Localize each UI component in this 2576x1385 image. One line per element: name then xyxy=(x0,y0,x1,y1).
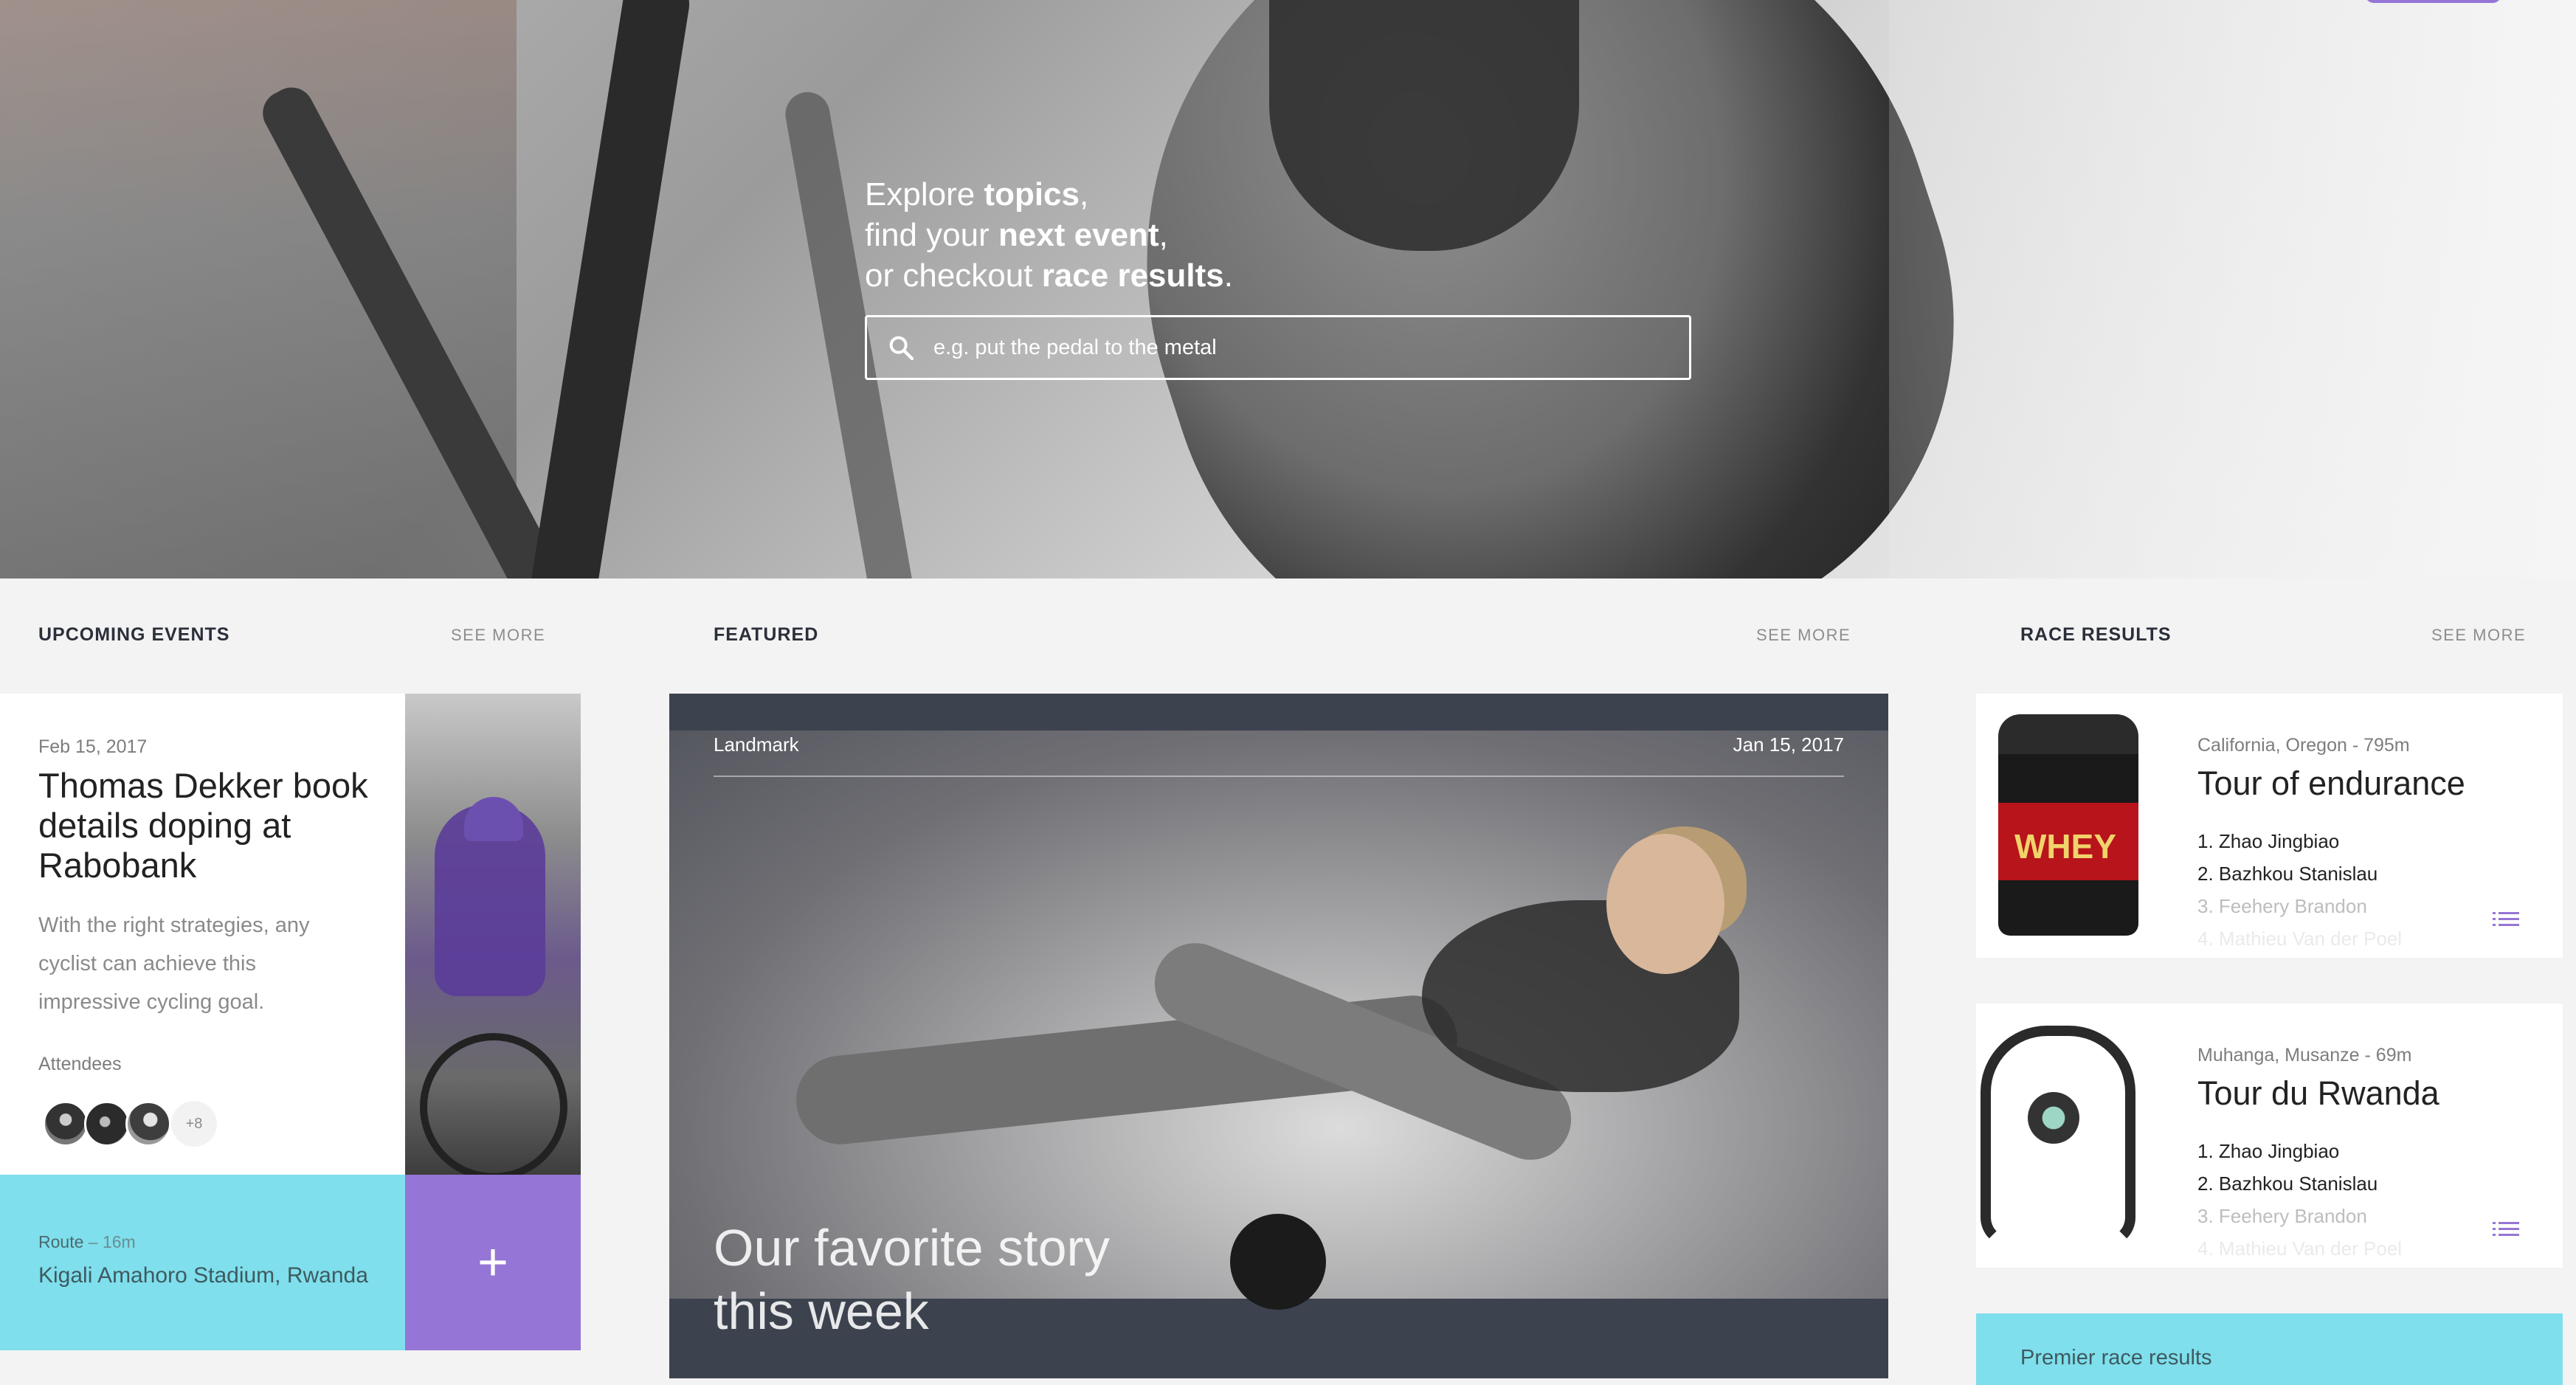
race-title[interactable]: Tour of endurance xyxy=(2197,764,2465,803)
premier-label: Premier race results xyxy=(2020,1346,2212,1370)
route-place: Kigali Amahoro Stadium, Rwanda xyxy=(38,1263,368,1288)
ranking-item: 1. Zhao Jingbiao xyxy=(2197,830,2340,852)
bike-frame-tube xyxy=(524,0,694,578)
route-label: Route xyxy=(38,1232,84,1251)
premier-race-results-button[interactable]: Premier race results xyxy=(1976,1313,2563,1385)
hero-text-part: , xyxy=(1080,176,1089,213)
hero-shade xyxy=(0,0,517,578)
featured-photo xyxy=(669,731,1888,1310)
ranking-item: 1. Zhao Jingbiao xyxy=(2197,1140,2340,1162)
event-route[interactable]: Route – 16m Kigali Amahoro Stadium, Rwan… xyxy=(0,1175,405,1350)
featured-date: Jan 15, 2017 xyxy=(1733,733,1844,756)
ranking-item: 2. Bazhkou Stanislau xyxy=(2197,863,2378,885)
results-see-more-link[interactable]: SEE MORE xyxy=(2431,626,2526,645)
event-description: With the right strategies, any cyclist c… xyxy=(38,913,310,1014)
event-cyclist-image xyxy=(405,694,581,1175)
ranking-item: 3. Feehery Brandon xyxy=(2197,895,2367,917)
ranking-item: 4. Mathieu Van der Poel xyxy=(2197,1237,2403,1260)
race-product-image xyxy=(1976,1004,2153,1268)
avatar[interactable] xyxy=(84,1101,130,1147)
race-title[interactable]: Tour du Rwanda xyxy=(2197,1074,2439,1113)
event-date: Feb 15, 2017 xyxy=(38,736,148,757)
attendees-more-count[interactable]: +8 xyxy=(171,1101,217,1147)
upcoming-events-title: UPCOMING EVENTS xyxy=(38,624,230,645)
whey-label: WHEY xyxy=(2014,827,2116,866)
hero-text-part: find your xyxy=(865,217,998,253)
race-location: Muhanga, Musanze - 69m xyxy=(2197,1045,2412,1065)
ranking-item: 3. Feehery Brandon xyxy=(2197,1205,2367,1227)
athlete-head xyxy=(1606,834,1724,974)
hero-line-1: Explore topics, xyxy=(865,174,1233,215)
featured-category[interactable]: Landmark xyxy=(714,733,799,756)
earphone-bud xyxy=(2028,1092,2079,1144)
hero-line-2: find your next event, xyxy=(865,215,1233,255)
attendees-label: Attendees xyxy=(38,1054,122,1074)
race-ranking-list: 1. Zhao Jingbiao 2. Bazhkou Stanislau 3.… xyxy=(2197,1135,2402,1265)
hero-tagline: Explore topics, find your next event, or… xyxy=(865,174,1233,296)
bike-wheel xyxy=(420,1033,567,1175)
race-product-image: WHEY xyxy=(1976,694,2153,958)
top-accent-button[interactable] xyxy=(2365,0,2501,3)
hero-topics-word: topics xyxy=(984,176,1080,213)
hero-bright-area xyxy=(1889,0,2576,578)
featured-divider xyxy=(714,776,1844,777)
search-bar[interactable] xyxy=(865,315,1691,380)
list-icon[interactable] xyxy=(2493,911,2519,928)
avatar[interactable] xyxy=(125,1101,171,1147)
race-ranking-list: 1. Zhao Jingbiao 2. Bazhkou Stanislau 3.… xyxy=(2197,825,2402,955)
race-result-card[interactable]: Muhanga, Musanze - 69m Tour du Rwanda 1.… xyxy=(1976,1004,2563,1268)
upcoming-see-more-link[interactable]: SEE MORE xyxy=(451,626,545,645)
avatar[interactable] xyxy=(43,1101,89,1147)
hero-text-part: , xyxy=(1158,217,1168,253)
hero-text-part: or checkout xyxy=(865,258,1042,294)
race-results-title: RACE RESULTS xyxy=(2020,624,2172,645)
add-event-button[interactable]: + xyxy=(405,1175,581,1350)
search-icon xyxy=(889,336,914,361)
route-distance: – 16m xyxy=(88,1232,136,1251)
hero-text-part: Explore xyxy=(865,176,984,213)
featured-bottom-bar xyxy=(669,1343,1888,1378)
featured-title: FEATURED xyxy=(714,624,819,645)
hero-text-part: . xyxy=(1223,258,1233,294)
hero-banner: Explore topics, find your next event, or… xyxy=(0,0,2576,578)
page: Explore topics, find your next event, or… xyxy=(0,0,2576,1385)
featured-see-more-link[interactable]: SEE MORE xyxy=(1756,626,1851,645)
search-input[interactable] xyxy=(933,335,1671,360)
list-icon[interactable] xyxy=(2493,1220,2519,1238)
ranking-item: 2. Bazhkou Stanislau xyxy=(2197,1172,2378,1195)
attendees-list: +8 xyxy=(43,1101,217,1147)
ranking-item: 4. Mathieu Van der Poel xyxy=(2197,928,2403,950)
race-location: California, Oregon - 795m xyxy=(2197,735,2410,756)
whey-tub xyxy=(1998,714,2138,936)
race-result-card[interactable]: WHEY California, Oregon - 795m Tour of e… xyxy=(1976,694,2563,958)
event-title[interactable]: Thomas Dekker book details doping at Rab… xyxy=(38,766,393,885)
hero-event-word: next event xyxy=(998,217,1159,253)
hero-line-3: or checkout race results. xyxy=(865,255,1233,296)
cyclist-helmet xyxy=(464,797,523,841)
hero-results-word: race results xyxy=(1041,258,1224,294)
foam-roller xyxy=(1230,1214,1326,1310)
featured-story-card[interactable]: Landmark Jan 15, 2017 Our favorite story… xyxy=(669,694,1888,1378)
route-label-line: Route – 16m xyxy=(38,1232,136,1252)
featured-headline[interactable]: Our favorite story this week xyxy=(714,1216,1156,1343)
